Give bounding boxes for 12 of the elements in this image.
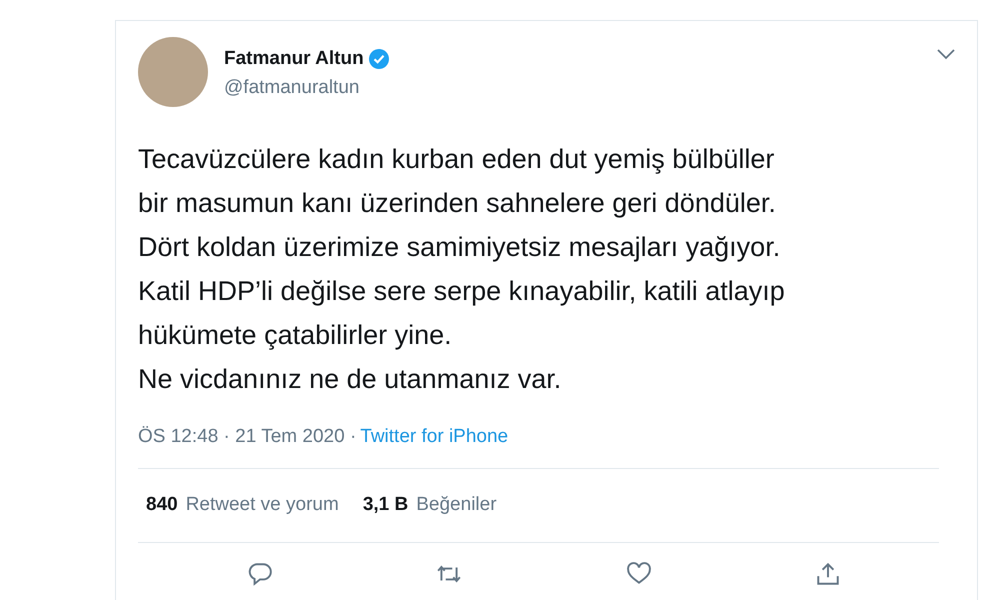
tweet-text: Tecavüzcülere kadın kurban eden dut yemiş bülbüller bir masumun kanı üzerinden sahnelere geri döndüler. Dört koldan üzerimize samimiyetsiz mesajları yağıyor. Katil HDP’li değilse sere serpe kınayabilir, katili atlayıp hükümete çatabilirler yine. Ne vicdanınız ne de utanmanız var. xyxy=(138,143,786,396)
chevron-icon[interactable] xyxy=(937,49,955,60)
stat-label[interactable]: Retweet ve yorum xyxy=(186,490,339,519)
tweet-timestamp: ÖS 12:48 · 21 Tem 2020 · xyxy=(138,425,356,449)
stat-label[interactable]: Beğeniler xyxy=(416,490,497,519)
user-name[interactable]: Fatmanur Altun xyxy=(224,45,364,74)
reply-icon[interactable] xyxy=(247,561,273,587)
stat-count[interactable]: 3,1 B xyxy=(362,490,408,519)
source-link[interactable]: Twitter for iPhone xyxy=(360,423,508,452)
user-handle[interactable]: @fatmanuraltun xyxy=(224,74,937,102)
stat-count[interactable]: 840 xyxy=(146,490,178,519)
share-icon[interactable] xyxy=(814,561,841,587)
